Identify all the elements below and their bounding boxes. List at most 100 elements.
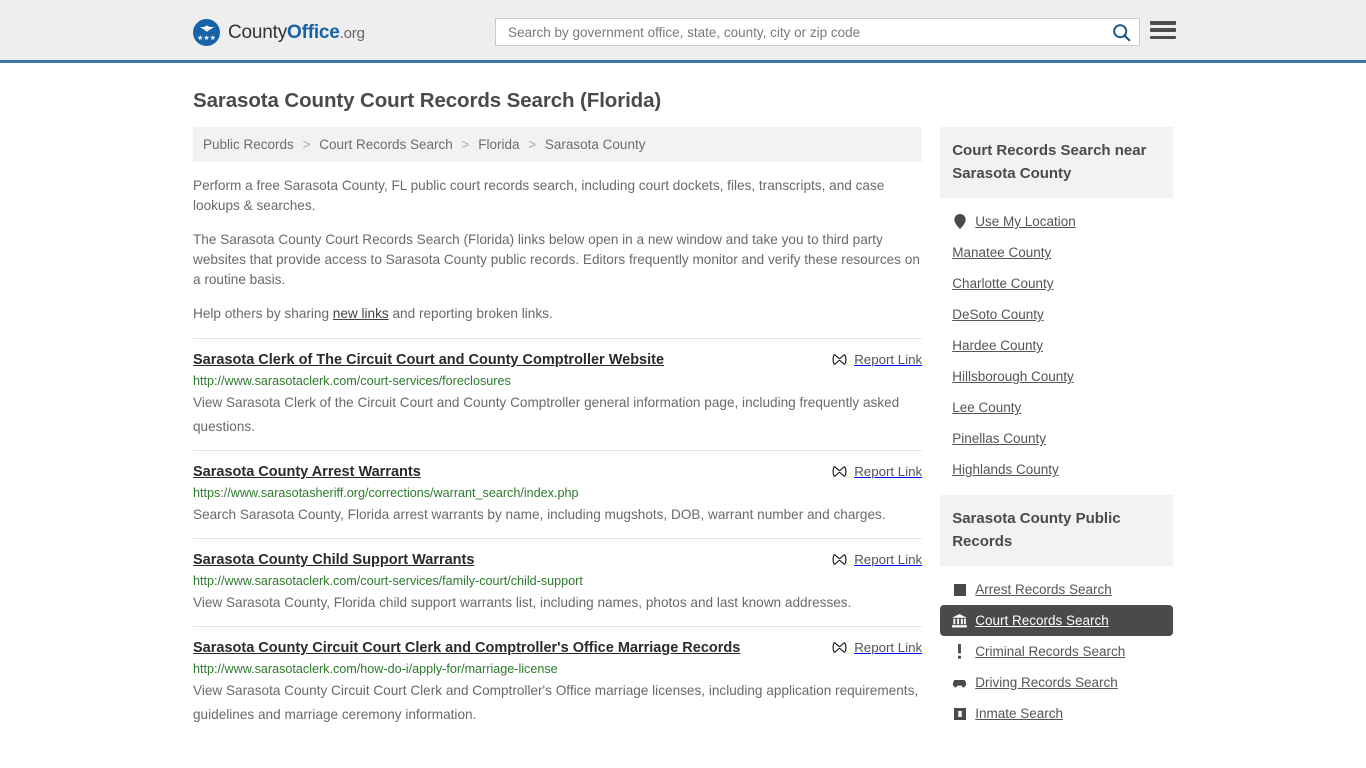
car-icon [953,680,967,688]
search-button[interactable] [1110,23,1133,42]
car-icon [952,677,967,688]
sidebar-near-pinellas-county[interactable]: Pinellas County [940,423,1173,454]
broken-link-icon [832,354,847,365]
new-links-link[interactable]: new links [333,306,389,321]
result-description: View Sarasota Clerk of the Circuit Court… [193,395,900,434]
jail-bed-icon [952,707,967,720]
page-title: Sarasota County Court Records Search (Fl… [193,89,662,112]
result-url: http://www.sarasotaclerk.com/how-do-i/ap… [193,662,558,676]
breadcrumb: Public Records > Court Records Search > … [193,127,923,162]
public-records-heading: Sarasota County Public Records [940,495,1173,566]
hamburger-menu-icon[interactable] [1150,19,1176,41]
logo-text-county: County [228,21,288,43]
hamburger-bar [1150,28,1176,32]
sidebar-near-highlands-county[interactable]: Highlands County [940,454,1173,485]
result-description: View Sarasota County, Florida child supp… [193,595,852,610]
breadcrumb-separator: > [528,137,537,152]
result-title-link[interactable]: Sarasota County Arrest Warrants [193,463,421,482]
sidebar-records-arrest-records-search[interactable]: Arrest Records Search [940,574,1173,605]
sidebar-near-manatee-county[interactable]: Manatee County [940,237,1173,268]
page-container: Sarasota County Court Records Search (Fl… [0,89,1366,739]
breadcrumb-item-3[interactable]: Sarasota County [545,137,646,152]
sidebar-item-label[interactable]: Lee County [952,400,1021,415]
site-logo[interactable]: ★★★ CountyOffice.org [193,19,365,46]
hamburger-bar [1150,35,1176,39]
sidebar-near-lee-county[interactable]: Lee County [940,392,1173,423]
sidebar-item-label[interactable]: Driving Records Search [975,675,1118,690]
result-header: Sarasota County Arrest Warrants Report Li… [193,463,922,482]
broken-link-icon [832,554,847,565]
near-counties-heading: Court Records Search near Sarasota Count… [940,127,1173,198]
fingerprint-icon [952,583,967,596]
eagle-seal-icon: ★★★ [193,19,220,46]
report-link-button[interactable]: Report Link [832,552,922,567]
sidebar-records-driving-records-search[interactable]: Driving Records Search [940,667,1173,698]
sidebar-item-label[interactable]: Pinellas County [952,431,1046,446]
result-title-link[interactable]: Sarasota County Circuit Court Clerk and … [193,639,740,658]
site-header: ★★★ CountyOffice.org [0,0,1366,63]
intro-text: Perform a free Sarasota County, FL publi… [193,176,922,324]
eagle-icon [198,25,215,32]
stars-icon: ★★★ [197,35,216,42]
breadcrumb-item-1[interactable]: Court Records Search [319,137,453,152]
exclamation-icon [952,644,967,659]
report-link-button[interactable]: Report Link [832,464,922,479]
breadcrumb-item-0[interactable]: Public Records [203,137,294,152]
sidebar-near-desoto-county[interactable]: DeSoto County [940,299,1173,330]
result-item: Sarasota County Arrest Warrants Report Li… [193,450,923,538]
result-title-link[interactable]: Sarasota Clerk of The Circuit Court and … [193,351,664,370]
breadcrumb-separator: > [461,137,470,152]
result-description: Search Sarasota County, Florida arrest w… [193,507,886,522]
hamburger-bar [1150,21,1176,25]
search-input[interactable] [506,20,1110,44]
near-counties-list: Use My Location Manatee County Charlotte C… [940,198,1173,485]
sidebar: Court Records Search near Sarasota Count… [940,127,1173,739]
map-pin-icon [952,214,967,229]
sidebar-records-criminal-records-search[interactable]: Criminal Records Search [940,636,1173,667]
sidebar-records-court-records-search[interactable]: Court Records Search [940,605,1173,636]
map-pin-icon [954,214,966,229]
sidebar-item-label[interactable]: Court Records Search [975,613,1109,628]
result-description: View Sarasota County Circuit Court Clerk… [193,683,919,722]
main-column: Public Records > Court Records Search > … [193,127,923,738]
result-url: http://www.sarasotaclerk.com/court-servi… [193,574,583,588]
sidebar-item-label[interactable]: Charlotte County [952,276,1053,291]
logo-text: CountyOffice.org [228,22,365,44]
result-title-link[interactable]: Sarasota County Child Support Warrants [193,551,474,570]
near-counties-panel: Court Records Search near Sarasota Count… [940,127,1173,485]
report-link-label: Report Link [854,552,923,567]
sidebar-item-label[interactable]: Manatee County [952,245,1051,260]
logo-text-org: .org [339,24,365,42]
intro-paragraph-2: The Sarasota County Court Records Search… [193,232,920,287]
search-icon [1113,23,1131,41]
search-bar[interactable] [495,18,1140,46]
intro-p3-after: and reporting broken links. [388,306,553,321]
logo-text-office: Office [287,21,340,43]
sidebar-item-label[interactable]: Hillsborough County [952,369,1074,384]
sidebar-item-label[interactable]: Highlands County [952,462,1059,477]
sidebar-records-inmate-search[interactable]: Inmate Search [940,698,1173,729]
sidebar-near-charlotte-county[interactable]: Charlotte County [940,268,1173,299]
breadcrumb-item-2[interactable]: Florida [478,137,519,152]
sidebar-item-label[interactable]: Criminal Records Search [975,644,1125,659]
fingerprint-icon [953,583,966,596]
sidebar-item-label[interactable]: Inmate Search [975,706,1063,721]
results-list: Sarasota Clerk of The Circuit Court and … [193,338,923,738]
sidebar-item-label[interactable]: Use My Location [975,214,1076,229]
report-link-button[interactable]: Report Link [832,640,922,655]
sidebar-near-use-my-location[interactable]: Use My Location [940,206,1173,237]
report-link-label: Report Link [854,352,923,367]
sidebar-near-hardee-county[interactable]: Hardee County [940,330,1173,361]
exclamation-icon [958,644,962,659]
report-link-button[interactable]: Report Link [832,352,922,367]
result-header: Sarasota Clerk of The Circuit Court and … [193,351,922,370]
jail-bed-icon [953,707,966,720]
result-item: Sarasota County Child Support Warrants Re… [193,538,923,626]
sidebar-near-hillsborough-county[interactable]: Hillsborough County [940,361,1173,392]
courthouse-icon [952,613,968,628]
sidebar-item-label[interactable]: Hardee County [952,338,1043,353]
result-header: Sarasota County Circuit Court Clerk and … [193,639,922,658]
sidebar-item-label[interactable]: DeSoto County [952,307,1044,322]
intro-p3-before: Help others by sharing [193,306,333,321]
sidebar-item-label[interactable]: Arrest Records Search [975,582,1112,597]
